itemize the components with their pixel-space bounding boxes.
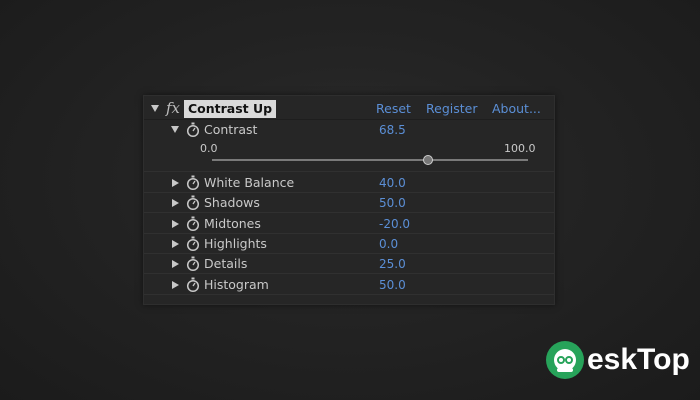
param-value[interactable]: 50.0 xyxy=(379,278,406,292)
expand-triangle-icon[interactable] xyxy=(171,126,179,133)
stopwatch-icon[interactable] xyxy=(186,175,200,191)
param-row: Midtones -20.0 xyxy=(144,214,554,234)
contrast-slider-track[interactable] xyxy=(212,159,528,161)
watermark-logo-icon xyxy=(546,341,584,379)
param-label: Midtones xyxy=(204,215,261,231)
stopwatch-icon[interactable] xyxy=(186,122,200,138)
about-link[interactable]: About... xyxy=(492,102,541,116)
param-value[interactable]: 68.5 xyxy=(379,123,406,137)
param-contrast: Contrast 68.5 0.0 100.0 xyxy=(144,120,554,172)
param-label: Histogram xyxy=(204,276,269,292)
param-row: Details 25.0 xyxy=(144,254,554,275)
effect-controls-panel: fx Contrast Up Reset Register About... C… xyxy=(143,95,555,305)
param-value[interactable]: -20.0 xyxy=(379,217,410,231)
expand-triangle-icon[interactable] xyxy=(172,199,179,208)
stopwatch-icon[interactable] xyxy=(186,195,200,211)
slider-min-label: 0.0 xyxy=(200,142,218,155)
slider-max-label: 100.0 xyxy=(504,142,536,155)
collapse-triangle-icon[interactable] xyxy=(151,105,159,112)
param-label: White Balance xyxy=(204,175,295,190)
param-value[interactable]: 0.0 xyxy=(379,237,398,251)
effect-name[interactable]: Contrast Up xyxy=(184,100,277,118)
param-label: Contrast xyxy=(204,122,258,137)
register-link[interactable]: Register xyxy=(426,102,477,116)
param-value[interactable]: 25.0 xyxy=(379,257,406,271)
param-label: Highlights xyxy=(204,235,267,251)
param-row: Highlights 0.0 xyxy=(144,234,554,254)
param-row: White Balance 40.0 xyxy=(144,173,554,193)
stopwatch-icon[interactable] xyxy=(186,277,200,293)
param-label: Shadows xyxy=(204,195,260,211)
stopwatch-icon[interactable] xyxy=(186,236,200,252)
param-row: Histogram 50.0 xyxy=(144,275,554,295)
param-value[interactable]: 40.0 xyxy=(379,176,406,190)
expand-triangle-icon[interactable] xyxy=(172,260,179,269)
param-value[interactable]: 50.0 xyxy=(379,196,406,210)
reset-link[interactable]: Reset xyxy=(376,102,411,116)
param-row: Shadows 50.0 xyxy=(144,193,554,214)
param-label: Details xyxy=(204,256,248,272)
watermark-text: eskTop xyxy=(587,343,690,376)
expand-triangle-icon[interactable] xyxy=(172,280,179,289)
effect-header: fx Contrast Up Reset Register About... xyxy=(144,98,554,120)
stopwatch-icon[interactable] xyxy=(186,256,200,272)
expand-triangle-icon[interactable] xyxy=(172,219,179,228)
stopwatch-icon[interactable] xyxy=(186,216,200,232)
expand-triangle-icon[interactable] xyxy=(172,239,179,248)
fx-icon[interactable]: fx xyxy=(166,99,180,117)
expand-triangle-icon[interactable] xyxy=(172,179,179,187)
